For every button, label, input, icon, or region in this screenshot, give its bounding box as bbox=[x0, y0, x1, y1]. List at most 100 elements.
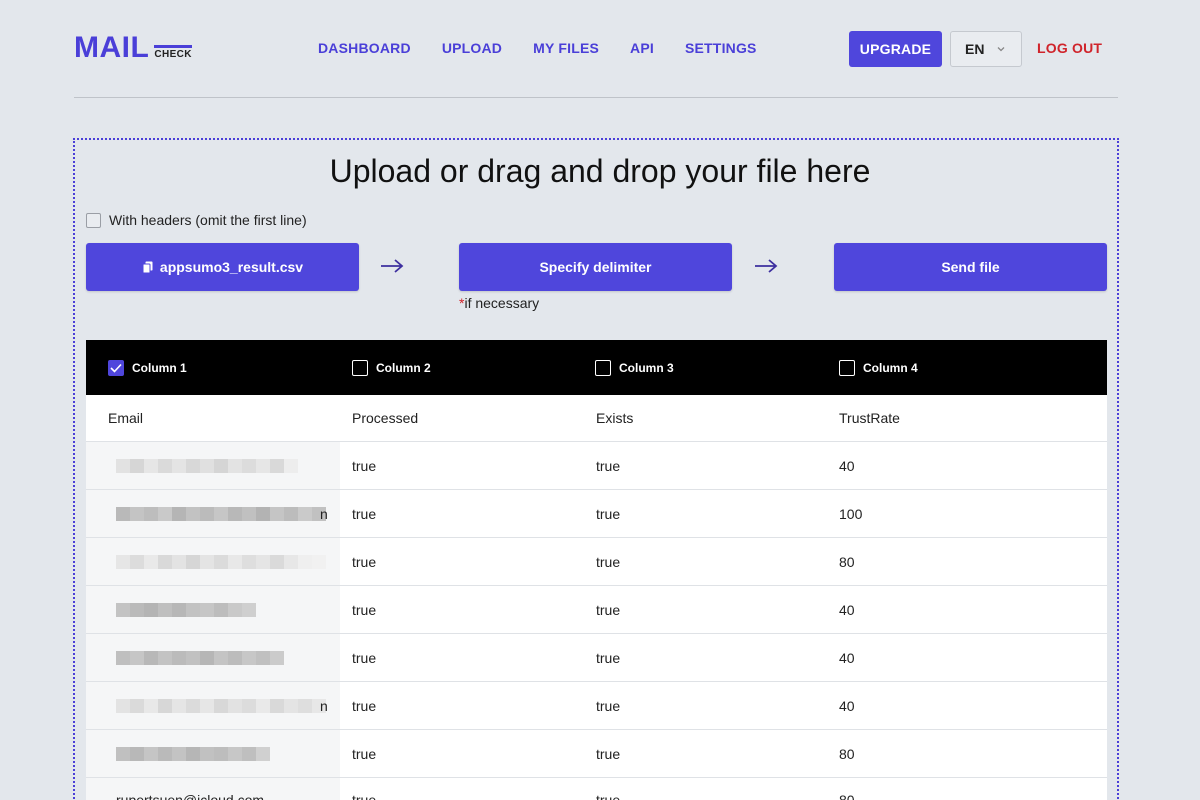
processed-cell: true bbox=[352, 649, 377, 666]
table-row: n true true 100 bbox=[86, 490, 1107, 538]
exists-cell: true bbox=[596, 697, 621, 714]
logo-sub-text: CHECK bbox=[154, 45, 192, 60]
trust-rate-cell: 40 bbox=[839, 697, 855, 714]
nav-settings[interactable]: SETTINGS bbox=[685, 40, 757, 56]
processed-cell: true bbox=[352, 601, 377, 618]
email-partial-text: n bbox=[320, 505, 328, 522]
table-row: true true 80 bbox=[86, 538, 1107, 586]
nav-upload[interactable]: UPLOAD bbox=[442, 40, 502, 56]
send-file-button[interactable]: Send file bbox=[834, 243, 1107, 291]
trust-rate-cell: 40 bbox=[839, 649, 855, 666]
table-row: true true 40 bbox=[86, 442, 1107, 490]
trust-rate-cell: 100 bbox=[839, 505, 863, 522]
language-select[interactable]: EN bbox=[950, 31, 1022, 67]
nav-my-files[interactable]: MY FILES bbox=[533, 40, 599, 56]
trust-rate-cell: 40 bbox=[839, 457, 855, 474]
processed-cell: true bbox=[352, 505, 377, 522]
exists-cell: true bbox=[596, 745, 621, 762]
header-email: Email bbox=[108, 410, 144, 426]
trust-rate-cell: 40 bbox=[839, 601, 855, 618]
column-selector-bar: Column 1 Column 2 Column 3 Column 4 bbox=[86, 340, 1107, 395]
email-cell-redacted: n bbox=[108, 490, 338, 537]
column-4-checkbox[interactable] bbox=[839, 360, 855, 376]
processed-cell: true bbox=[352, 745, 377, 762]
with-headers-checkbox[interactable] bbox=[86, 212, 101, 228]
column-selector-2[interactable]: Column 2 bbox=[352, 360, 431, 376]
processed-cell: true bbox=[352, 553, 377, 570]
with-headers-label: With headers (omit the first line) bbox=[109, 212, 307, 228]
processed-cell: true bbox=[352, 792, 377, 800]
upgrade-button[interactable]: UPGRADE bbox=[849, 31, 942, 67]
main-nav: DASHBOARD UPLOAD MY FILES API SETTINGS bbox=[318, 40, 788, 56]
processed-cell: true bbox=[352, 457, 377, 474]
arrow-right-icon bbox=[381, 259, 404, 273]
logo-main-text: MAIL bbox=[74, 31, 150, 64]
table-row: n true true 40 bbox=[86, 682, 1107, 730]
exists-cell: true bbox=[596, 457, 621, 474]
email-cell-redacted bbox=[108, 634, 338, 681]
table-body: Email Processed Exists TrustRate true tr… bbox=[86, 395, 1107, 800]
language-value: EN bbox=[965, 41, 985, 57]
redacted-email bbox=[116, 554, 326, 569]
column-4-label: Column 4 bbox=[863, 361, 918, 375]
chevron-down-icon bbox=[997, 47, 1005, 52]
redacted-email bbox=[116, 746, 270, 761]
table-row: true true 40 bbox=[86, 634, 1107, 682]
trust-rate-cell: 80 bbox=[839, 553, 855, 570]
email-cell-redacted: n bbox=[108, 682, 338, 729]
header-trust-rate: TrustRate bbox=[839, 410, 900, 426]
upload-title: Upload or drag and drop your file here bbox=[329, 153, 871, 189]
header-divider bbox=[74, 97, 1118, 98]
email-cell: rupertsuen@icloud.com bbox=[108, 778, 338, 800]
nav-dashboard[interactable]: DASHBOARD bbox=[318, 40, 411, 56]
column-3-label: Column 3 bbox=[619, 361, 674, 375]
hint-text: if necessary bbox=[464, 295, 540, 311]
redacted-email bbox=[116, 458, 298, 473]
top-header: MAIL CHECK DASHBOARD UPLOAD MY FILES API… bbox=[0, 0, 1200, 100]
arrow-right-icon bbox=[755, 259, 778, 273]
trust-rate-cell: 80 bbox=[839, 792, 855, 800]
preview-table: Column 1 Column 2 Column 3 Column 4 Emai… bbox=[86, 340, 1107, 800]
table-row: rupertsuen@icloud.com true true 80 bbox=[86, 778, 1107, 800]
email-cell-redacted bbox=[108, 586, 338, 633]
exists-cell: true bbox=[596, 505, 621, 522]
column-3-checkbox[interactable] bbox=[595, 360, 611, 376]
column-selector-3[interactable]: Column 3 bbox=[595, 360, 674, 376]
send-file-label: Send file bbox=[941, 259, 1000, 275]
redacted-email bbox=[116, 650, 284, 665]
logout-link[interactable]: LOG OUT bbox=[1037, 40, 1102, 56]
exists-cell: true bbox=[596, 649, 621, 666]
column-1-label: Column 1 bbox=[132, 361, 187, 375]
exists-cell: true bbox=[596, 792, 621, 800]
column-selector-1[interactable]: Column 1 bbox=[108, 360, 187, 376]
column-selector-4[interactable]: Column 4 bbox=[839, 360, 918, 376]
redacted-email bbox=[116, 506, 326, 521]
email-partial-text: n bbox=[320, 697, 328, 714]
file-copy-icon bbox=[142, 261, 153, 273]
nav-api[interactable]: API bbox=[630, 40, 654, 56]
file-name-label: appsumo3_result.csv bbox=[159, 259, 304, 275]
specify-delimiter-button[interactable]: Specify delimiter bbox=[459, 243, 732, 291]
column-2-checkbox[interactable] bbox=[352, 360, 368, 376]
header-processed: Processed bbox=[352, 410, 419, 426]
table-row: true true 40 bbox=[86, 586, 1107, 634]
column-2-label: Column 2 bbox=[376, 361, 431, 375]
processed-cell: true bbox=[352, 697, 377, 714]
column-1-checkbox[interactable] bbox=[108, 360, 124, 376]
email-cell-redacted bbox=[108, 442, 338, 489]
header-exists: Exists bbox=[596, 410, 634, 426]
redacted-email bbox=[116, 602, 256, 617]
email-cell-redacted bbox=[108, 730, 338, 777]
table-row: true true 80 bbox=[86, 730, 1107, 778]
checkmark-icon bbox=[110, 363, 122, 373]
email-text: rupertsuen@icloud.com bbox=[116, 792, 265, 800]
choose-file-button[interactable]: appsumo3_result.csv bbox=[86, 243, 359, 291]
exists-cell: true bbox=[596, 553, 621, 570]
redacted-email bbox=[116, 698, 326, 713]
trust-rate-cell: 80 bbox=[839, 745, 855, 762]
exists-cell: true bbox=[596, 601, 621, 618]
delimiter-hint: *if necessary bbox=[459, 295, 539, 311]
mailcheck-logo[interactable]: MAIL CHECK bbox=[74, 33, 192, 63]
email-cell-redacted bbox=[108, 538, 338, 585]
with-headers-option[interactable]: With headers (omit the first line) bbox=[86, 212, 307, 228]
